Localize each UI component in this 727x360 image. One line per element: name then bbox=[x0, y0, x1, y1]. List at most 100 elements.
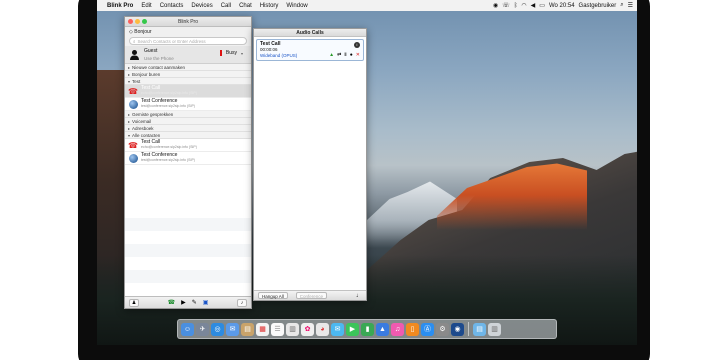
disclosure-triangle-icon[interactable]: ▸ bbox=[128, 126, 130, 131]
menu-app-name[interactable]: Blink Pro bbox=[107, 3, 133, 9]
disclosure-triangle-icon[interactable]: ▸ bbox=[128, 72, 130, 77]
presence-color-bar bbox=[219, 50, 222, 56]
menu-chat[interactable]: Chat bbox=[239, 3, 252, 9]
presence-selector[interactable]: Busy ▾ bbox=[219, 50, 243, 56]
group-test[interactable]: ▾ Test bbox=[125, 78, 251, 85]
spotlight-icon[interactable]: ⌕ bbox=[620, 2, 623, 9]
contact-test-call[interactable]: ☎ Test Call echo@conference.sip2sip.info… bbox=[125, 139, 251, 152]
call-button-icon[interactable]: ☎ bbox=[168, 299, 175, 306]
window-title: Blink Pro bbox=[177, 18, 198, 25]
group-voicemail[interactable]: ▸ Voicemail bbox=[125, 118, 251, 125]
menu-bar: Blink Pro Edit Contacts Devices Call Cha… bbox=[97, 0, 637, 11]
group-label: Alle contacten bbox=[132, 132, 161, 138]
phone-status-icon[interactable]: ☏ bbox=[502, 2, 510, 9]
menu-contacts[interactable]: Contacts bbox=[160, 3, 184, 9]
microphone-icon[interactable]: ♩ bbox=[356, 293, 362, 299]
my-status-message[interactable]: Use the Phone bbox=[144, 55, 174, 62]
my-presence-row[interactable]: Guest Use the Phone Busy ▾ bbox=[125, 46, 251, 64]
wifi-icon[interactable]: ◠ bbox=[521, 2, 526, 9]
numbers-icon[interactable]: ▮ bbox=[361, 322, 374, 336]
avatar[interactable] bbox=[128, 49, 140, 61]
disclosure-triangle-icon[interactable]: ▾ bbox=[128, 133, 130, 138]
conference-button[interactable]: Conference bbox=[295, 292, 328, 299]
my-display-name[interactable]: Guest bbox=[144, 48, 174, 55]
facetime-icon[interactable]: ▶ bbox=[346, 322, 359, 336]
reminders-icon[interactable]: ☰ bbox=[271, 322, 284, 336]
group-label: Gemiste gesprekken bbox=[132, 111, 174, 117]
blink-app-icon[interactable]: ◉ bbox=[451, 322, 464, 336]
contact-test-conference[interactable]: Test Conference test@conference.sip2sip.… bbox=[125, 152, 251, 165]
menubar-user[interactable]: Gastgebruiker bbox=[579, 3, 617, 9]
notification-center-icon[interactable]: ☰ bbox=[628, 2, 633, 9]
screen-share-icon[interactable]: ▣ bbox=[203, 299, 209, 306]
calendar-icon[interactable]: ▦ bbox=[256, 322, 269, 336]
chrome-icon[interactable]: ◕ bbox=[316, 322, 329, 336]
bluetooth-icon[interactable]: ᛒ bbox=[514, 3, 518, 9]
chat-icon[interactable]: ✎ bbox=[192, 299, 197, 306]
contact-address: test@conference.sip2sip.info (SIP) bbox=[141, 104, 195, 108]
menu-history[interactable]: History bbox=[260, 3, 279, 9]
active-call-session[interactable]: Test Call 00:00:06 Wideband (OPUS) i ▲ ⇄… bbox=[256, 39, 364, 61]
account-selector-label: Bonjour bbox=[134, 29, 152, 35]
audio-calls-window: Audio Calls Test Call 00:00:06 Wideband … bbox=[253, 28, 367, 301]
hangup-icon[interactable]: ✕ bbox=[356, 52, 360, 58]
contact-address: test@conference.sip2sip.info (SIP) bbox=[141, 158, 195, 162]
keynote-icon[interactable]: ▲ bbox=[376, 322, 389, 336]
audio-window-title[interactable]: Audio Calls bbox=[254, 29, 366, 37]
hold-icon[interactable]: Ⅱ bbox=[344, 52, 346, 58]
photos-icon[interactable]: ✿ bbox=[301, 322, 314, 336]
launchpad-icon[interactable]: ✈ bbox=[196, 322, 209, 336]
downloads-folder-icon[interactable]: ▤ bbox=[473, 322, 486, 336]
account-selector[interactable]: ◇ Bonjour bbox=[125, 27, 251, 36]
sound-icon[interactable]: ◀ bbox=[531, 2, 536, 9]
lock-icon[interactable]: ▲ bbox=[329, 52, 334, 58]
menu-edit[interactable]: Edit bbox=[141, 3, 151, 9]
add-contact-icon[interactable]: ♟ bbox=[129, 298, 139, 307]
video-call-icon[interactable]: ▶ bbox=[181, 299, 186, 306]
search-input[interactable]: ⌕ Search Contacts or Enter Address bbox=[129, 37, 247, 45]
search-icon: ⌕ bbox=[133, 38, 136, 44]
menu-window[interactable]: Window bbox=[286, 3, 307, 9]
system-preferences-icon[interactable]: ⚙ bbox=[436, 322, 449, 336]
audio-toolbar: Hangup All Conference ♩ bbox=[254, 290, 366, 300]
disclosure-triangle-icon[interactable]: ▸ bbox=[128, 112, 130, 117]
globe-icon bbox=[128, 99, 138, 109]
ibooks-icon[interactable]: ▯ bbox=[406, 322, 419, 336]
stickies-icon[interactable]: ▥ bbox=[286, 322, 299, 336]
contact-address: echo@conference.sip2sip.info (SIP) bbox=[141, 91, 197, 95]
disclosure-triangle-icon[interactable]: ▾ bbox=[128, 79, 130, 84]
main-titlebar[interactable]: Blink Pro bbox=[125, 17, 251, 27]
group-missed-calls[interactable]: ▸ Gemiste gesprekken bbox=[125, 111, 251, 118]
mail-icon[interactable]: ✉ bbox=[226, 322, 239, 336]
disclosure-triangle-icon[interactable]: ▸ bbox=[128, 65, 130, 70]
transfer-icon[interactable]: ⇄ bbox=[337, 52, 341, 58]
group-new-contact[interactable]: ▸ Nieuwe contact aanmaken bbox=[125, 64, 251, 71]
finder-icon[interactable]: ☺ bbox=[181, 322, 194, 336]
group-address-book[interactable]: ▸ Adresboek bbox=[125, 125, 251, 132]
trash-icon[interactable]: ▥ bbox=[488, 322, 501, 336]
disclosure-triangle-icon[interactable]: ▸ bbox=[128, 119, 130, 124]
app-store-icon[interactable]: Ⓐ bbox=[421, 322, 434, 336]
contact-test-call[interactable]: ☎ Test Call echo@conference.sip2sip.info… bbox=[125, 85, 251, 98]
contact-test-conference[interactable]: Test Conference test@conference.sip2sip.… bbox=[125, 98, 251, 111]
group-all-contacts[interactable]: ▾ Alle contacten bbox=[125, 132, 251, 139]
empty-list-area bbox=[125, 205, 251, 296]
dock: ☺ ✈ ◎ ✉ ▤ ▦ ☰ ▥ ✿ ◕ ✉ ▶ ▮ ▲ ♫ ▯ Ⓐ ⚙ ◉ ▤ … bbox=[177, 319, 557, 339]
safari-icon[interactable]: ◎ bbox=[211, 322, 224, 336]
battery-icon[interactable]: ▭ bbox=[539, 2, 545, 9]
notes-icon[interactable]: ▤ bbox=[241, 322, 254, 336]
hangup-all-button[interactable]: Hangup All bbox=[258, 292, 288, 299]
group-label: Nieuwe contact aanmaken bbox=[132, 64, 186, 70]
menu-call[interactable]: Call bbox=[221, 3, 231, 9]
shield-icon[interactable]: ◉ bbox=[493, 2, 498, 9]
group-label: Test bbox=[132, 78, 141, 84]
itunes-icon[interactable]: ♫ bbox=[391, 322, 404, 336]
group-bonjour-neighbours[interactable]: ▸ Bonjour buren bbox=[125, 71, 251, 78]
search-placeholder: Search Contacts or Enter Address bbox=[137, 38, 206, 44]
menu-devices[interactable]: Devices bbox=[191, 3, 212, 9]
record-icon[interactable]: ● bbox=[350, 52, 353, 58]
menubar-clock[interactable]: Wo 20:54 bbox=[549, 3, 575, 9]
notifications-bell-icon[interactable]: ♪ bbox=[237, 298, 247, 307]
info-icon[interactable]: i bbox=[354, 42, 360, 48]
messages-icon[interactable]: ✉ bbox=[331, 322, 344, 336]
